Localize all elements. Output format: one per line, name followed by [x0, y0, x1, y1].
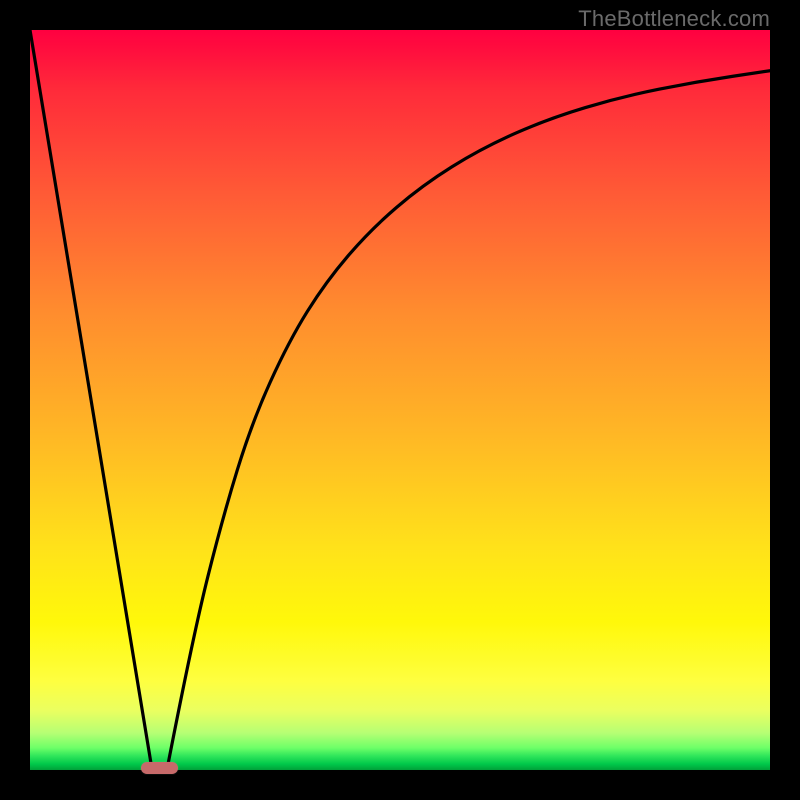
plot-area	[30, 30, 770, 770]
curve-right-segment	[167, 71, 770, 770]
chart-curves	[30, 30, 770, 770]
watermark-text: TheBottleneck.com	[578, 6, 770, 32]
curve-left-segment	[30, 30, 152, 770]
bottleneck-marker	[141, 762, 177, 774]
chart-canvas: TheBottleneck.com	[0, 0, 800, 800]
